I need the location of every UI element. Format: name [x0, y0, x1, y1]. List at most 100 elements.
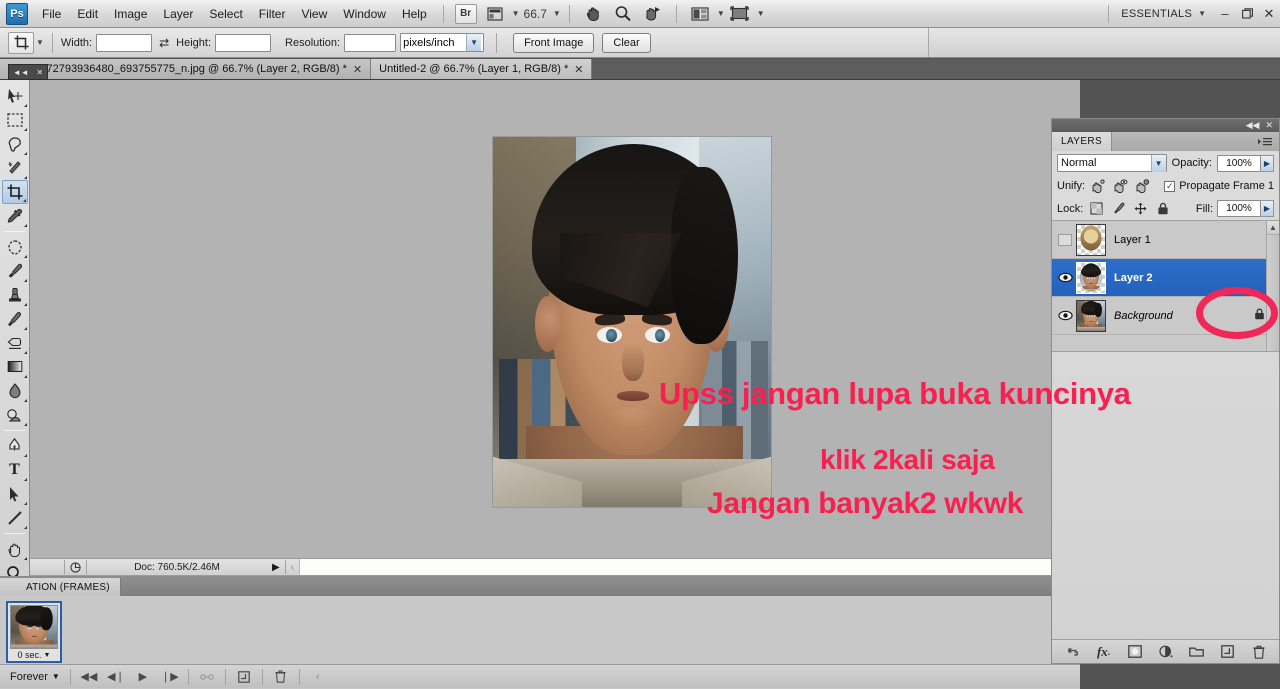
screen-mode-chevron-down-icon[interactable]: ▼: [757, 9, 765, 18]
menu-select[interactable]: Select: [201, 3, 250, 25]
layer-list-scroll-up-icon[interactable]: ▲: [1267, 221, 1279, 235]
layer-2-name[interactable]: Layer 2: [1114, 272, 1153, 284]
zoom-chevron-down-icon[interactable]: ▼: [553, 9, 561, 18]
new-layer-button[interactable]: [1219, 644, 1236, 660]
new-adjustment-layer-button[interactable]: [1157, 644, 1174, 660]
layers-panel-menu-icon[interactable]: [1257, 132, 1279, 151]
fill-input[interactable]: 100%: [1217, 200, 1261, 217]
layer-list-scrollbar[interactable]: ▲: [1266, 221, 1279, 351]
fill-slider-arrow-icon[interactable]: ▶: [1261, 200, 1274, 217]
eyedropper-tool[interactable]: [2, 204, 28, 228]
gradient-tool[interactable]: [2, 355, 28, 379]
resolution-input[interactable]: [344, 33, 397, 52]
layers-panel-collapse-icon[interactable]: ◀◀: [1246, 120, 1260, 131]
close-button[interactable]: ✕: [1258, 3, 1280, 25]
dodge-tool[interactable]: [2, 403, 28, 427]
status-play-icon[interactable]: ▶: [267, 559, 285, 575]
move-tool[interactable]: [2, 84, 28, 108]
animation-frame-1[interactable]: 0 sec. ▼: [6, 601, 62, 663]
panel-collapse-widget[interactable]: ◄◄ ✕: [8, 64, 48, 80]
menu-view[interactable]: View: [293, 3, 335, 25]
height-input[interactable]: [215, 33, 272, 52]
collapse-panel-icon[interactable]: ◄◄: [13, 68, 29, 77]
minimize-button[interactable]: –: [1214, 3, 1236, 25]
background-lock-icon[interactable]: [1254, 308, 1265, 323]
swap-width-height-icon[interactable]: ⇄: [159, 36, 169, 50]
type-tool[interactable]: T: [2, 458, 28, 482]
rotate-view-tool-icon[interactable]: [640, 3, 666, 25]
lasso-tool[interactable]: [2, 132, 28, 156]
tool-preset-chevron-down-icon[interactable]: ▼: [36, 38, 44, 47]
workspace-chevron-down-icon[interactable]: ▼: [1198, 9, 1206, 18]
unify-layer-style-button[interactable]: [1134, 178, 1151, 194]
hand-tool[interactable]: [2, 537, 28, 561]
workspace-switcher[interactable]: ESSENTIALS: [1117, 8, 1196, 20]
layers-panel-close-icon[interactable]: ✕: [1265, 120, 1273, 131]
background-thumbnail[interactable]: [1076, 299, 1106, 332]
delete-frame-button[interactable]: [269, 668, 293, 686]
close-panel-icon[interactable]: ✕: [36, 68, 43, 77]
add-layer-style-button[interactable]: fx.: [1095, 644, 1112, 660]
select-first-frame-button[interactable]: ◀◀: [77, 668, 101, 686]
delete-layer-button[interactable]: [1250, 644, 1267, 660]
launch-bridge-button[interactable]: Br: [454, 3, 477, 24]
menu-edit[interactable]: Edit: [69, 3, 106, 25]
line-tool[interactable]: [2, 506, 28, 530]
layer-row-layer-1[interactable]: Layer 1: [1052, 221, 1279, 259]
layer-1-thumbnail[interactable]: [1076, 223, 1106, 256]
menu-filter[interactable]: Filter: [251, 3, 294, 25]
resolution-units-chevron-down-icon[interactable]: ▼: [466, 34, 482, 51]
view-extras-chevron-down-icon[interactable]: ▼: [512, 9, 520, 18]
blend-mode-select[interactable]: Normal ▼: [1057, 154, 1167, 172]
rectangular-marquee-tool[interactable]: [2, 108, 28, 132]
status-preview-icon[interactable]: [65, 559, 86, 575]
document-tab-2[interactable]: Untitled-2 @ 66.7% (Layer 1, RGB/8) * ✕: [371, 59, 593, 79]
menu-file[interactable]: File: [34, 3, 69, 25]
tab-animation-frames[interactable]: ATION (FRAMES): [0, 578, 121, 596]
view-extras-icon[interactable]: [482, 3, 508, 25]
lock-position-button[interactable]: [1132, 201, 1149, 217]
spot-healing-brush-tool[interactable]: [2, 235, 28, 259]
layer-list[interactable]: Layer 1 Layer 2 Background ▲: [1052, 220, 1279, 352]
clear-button[interactable]: Clear: [602, 32, 651, 53]
brush-tool[interactable]: [2, 259, 28, 283]
lock-transparent-pixels-button[interactable]: [1088, 201, 1105, 217]
document-tab-2-close-icon[interactable]: ✕: [574, 63, 583, 76]
lock-all-button[interactable]: [1154, 201, 1171, 217]
document-tab-1-close-icon[interactable]: ✕: [353, 63, 362, 76]
screen-mode-icon[interactable]: [727, 3, 753, 25]
layer-1-name[interactable]: Layer 1: [1114, 234, 1151, 246]
arrange-chevron-down-icon[interactable]: ▼: [717, 9, 725, 18]
layer-2-visibility-toggle[interactable]: [1054, 272, 1076, 283]
propagate-frame-checkbox[interactable]: ✓: [1164, 180, 1176, 192]
menu-window[interactable]: Window: [335, 3, 394, 25]
link-layers-button[interactable]: [1064, 644, 1081, 660]
play-animation-button[interactable]: ▶: [131, 668, 155, 686]
front-image-button[interactable]: Front Image: [513, 32, 595, 53]
clone-stamp-tool[interactable]: [2, 283, 28, 307]
select-next-frame-button[interactable]: ❘▶: [158, 668, 182, 686]
layer-row-background[interactable]: Background: [1052, 297, 1279, 335]
background-visibility-toggle[interactable]: [1054, 310, 1076, 321]
add-layer-mask-button[interactable]: [1126, 644, 1143, 660]
pen-tool[interactable]: [2, 434, 28, 458]
background-layer-name[interactable]: Background: [1114, 310, 1173, 322]
menu-image[interactable]: Image: [106, 3, 155, 25]
duplicate-frame-button[interactable]: [232, 668, 256, 686]
layer-row-layer-2[interactable]: Layer 2: [1052, 259, 1279, 297]
animation-frame-1-delay[interactable]: 0 sec. ▼: [18, 650, 51, 660]
maximize-restore-button[interactable]: [1236, 3, 1258, 25]
arrange-documents-icon[interactable]: [687, 3, 713, 25]
menu-help[interactable]: Help: [394, 3, 435, 25]
status-prev-icon[interactable]: ‹: [286, 559, 299, 575]
loop-option-select[interactable]: Forever ▼: [6, 671, 64, 683]
lock-image-pixels-button[interactable]: [1110, 201, 1127, 217]
eraser-tool[interactable]: [2, 331, 28, 355]
status-zoom-area[interactable]: [30, 559, 64, 575]
zoom-tool-icon[interactable]: [610, 3, 636, 25]
resolution-units-select[interactable]: pixels/inch ▼: [400, 33, 485, 52]
unify-layer-visibility-button[interactable]: [1112, 178, 1129, 194]
layer-2-thumbnail[interactable]: [1076, 261, 1106, 294]
document-canvas[interactable]: [493, 137, 771, 507]
opacity-input[interactable]: 100%: [1217, 154, 1261, 172]
